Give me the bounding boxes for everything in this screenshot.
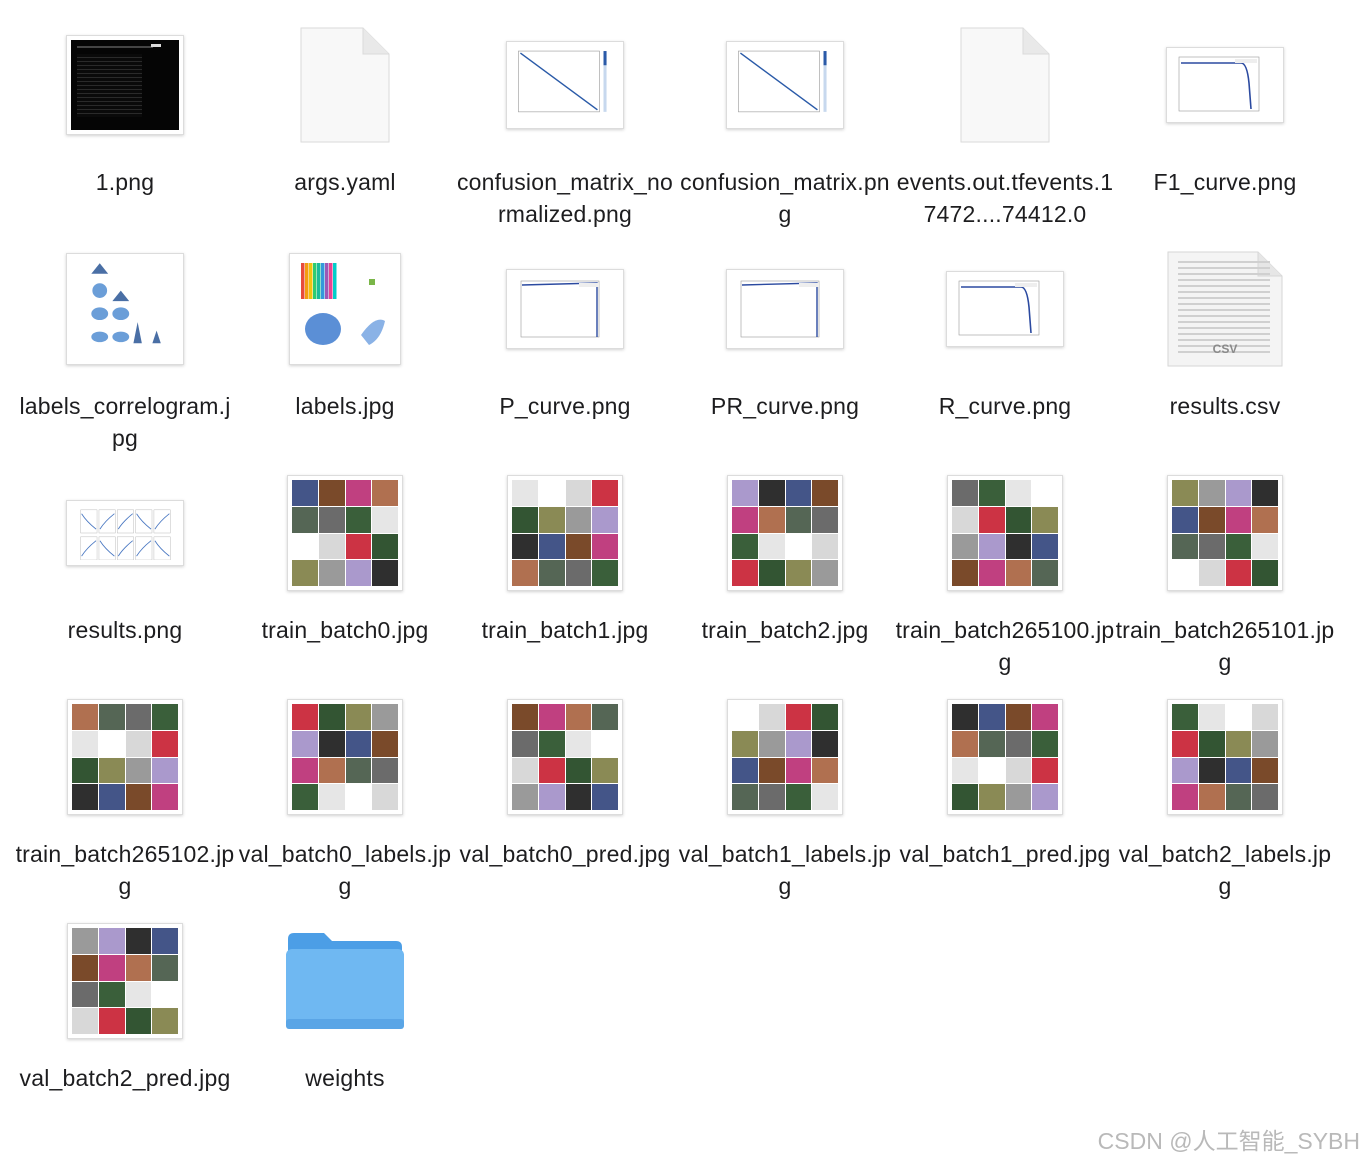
file-item-confusion-matrix-normalized[interactable]: confusion_matrix_normalized.png (455, 20, 675, 244)
thumbnail-image[interactable] (500, 692, 630, 822)
file-name-label[interactable]: F1_curve.png (1115, 166, 1335, 198)
file-name-label[interactable]: R_curve.png (895, 390, 1115, 422)
thumbnail-image[interactable] (280, 692, 410, 822)
file-name-label[interactable]: results.csv (1115, 390, 1335, 422)
thumbnail-image[interactable] (720, 692, 850, 822)
file-name-label[interactable]: 1.png (15, 166, 235, 198)
file-item-train-batch2[interactable]: train_batch2.jpg (675, 468, 895, 692)
file-item-train-batch265102[interactable]: train_batch265102.jpg (15, 692, 235, 916)
file-name-label[interactable]: confusion_matrix_normalized.png (455, 166, 675, 230)
file-name-label[interactable]: train_batch265101.jpg (1115, 614, 1335, 678)
file-name-label[interactable]: train_batch265102.jpg (15, 838, 235, 902)
thumbnail-image[interactable] (940, 468, 1070, 598)
file-item-r-curve[interactable]: R_curve.png (895, 244, 1115, 468)
file-item-labels[interactable]: labels.jpg (235, 244, 455, 468)
thumbnail-image[interactable] (280, 244, 410, 374)
file-name-label[interactable]: labels_correlogram.jpg (15, 390, 235, 454)
file-item-train-batch265100[interactable]: train_batch265100.jpg (895, 468, 1115, 692)
file-name-label[interactable]: weights (235, 1062, 455, 1094)
thumbnail-image[interactable] (940, 692, 1070, 822)
file-item-1[interactable]: 1.png (15, 20, 235, 244)
file-name-label[interactable]: events.out.tfevents.17472....74412.0 (895, 166, 1115, 230)
thumbnail-image[interactable] (500, 244, 630, 374)
thumbnail-image[interactable] (60, 20, 190, 150)
file-item-pr-curve[interactable]: PR_curve.png (675, 244, 895, 468)
thumbnail-image[interactable] (1160, 468, 1290, 598)
csv-badge: CSV (1212, 342, 1238, 356)
file-item-args[interactable]: args.yaml (235, 20, 455, 244)
file-name-label[interactable]: args.yaml (235, 166, 455, 198)
file-item-p-curve[interactable]: P_curve.png (455, 244, 675, 468)
thumbnail-image[interactable] (720, 468, 850, 598)
file-item-val-batch2-pred[interactable]: val_batch2_pred.jpg (15, 916, 235, 1140)
file-name-label[interactable]: val_batch2_labels.jpg (1115, 838, 1335, 902)
file-name-label[interactable]: labels.jpg (235, 390, 455, 422)
document-icon[interactable]: CSV (1160, 244, 1290, 374)
document-icon[interactable] (940, 20, 1070, 150)
thumbnail-image[interactable] (60, 468, 190, 598)
file-item-val-batch2-labels[interactable]: val_batch2_labels.jpg (1115, 692, 1335, 916)
file-item-val-batch0-labels[interactable]: val_batch0_labels.jpg (235, 692, 455, 916)
file-name-label[interactable]: PR_curve.png (675, 390, 895, 422)
file-item-labels-correlogram[interactable]: labels_correlogram.jpg (15, 244, 235, 468)
file-item-confusion-matrix[interactable]: confusion_matrix.png (675, 20, 895, 244)
thumbnail-image[interactable] (720, 244, 850, 374)
thumbnail-image[interactable] (1160, 20, 1290, 150)
thumbnail-image[interactable] (500, 20, 630, 150)
file-name-label[interactable]: train_batch2.jpg (675, 614, 895, 646)
thumbnail-image[interactable] (280, 468, 410, 598)
file-item-val-batch1-pred[interactable]: val_batch1_pred.jpg (895, 692, 1115, 916)
file-name-label[interactable]: val_batch0_pred.jpg (455, 838, 675, 870)
thumbnail-image[interactable] (720, 20, 850, 150)
file-item-events-out-tfevents-17472-74412[interactable]: events.out.tfevents.17472....74412.0 (895, 20, 1115, 244)
thumbnail-image[interactable] (60, 692, 190, 822)
document-icon[interactable] (280, 20, 410, 150)
file-name-label[interactable]: train_batch0.jpg (235, 614, 455, 646)
file-item-val-batch0-pred[interactable]: val_batch0_pred.jpg (455, 692, 675, 916)
file-item-train-batch0[interactable]: train_batch0.jpg (235, 468, 455, 692)
file-name-label[interactable]: val_batch1_pred.jpg (895, 838, 1115, 870)
file-name-label[interactable]: train_batch265100.jpg (895, 614, 1115, 678)
folder-icon[interactable] (280, 916, 410, 1046)
thumbnail-image[interactable] (60, 916, 190, 1046)
thumbnail-image[interactable] (1160, 692, 1290, 822)
thumbnail-image[interactable] (60, 244, 190, 374)
file-name-label[interactable]: val_batch1_labels.jpg (675, 838, 895, 902)
file-item-weights[interactable]: weights (235, 916, 455, 1140)
file-name-label[interactable]: results.png (15, 614, 235, 646)
file-name-label[interactable]: confusion_matrix.png (675, 166, 895, 230)
file-item-val-batch1-labels[interactable]: val_batch1_labels.jpg (675, 692, 895, 916)
file-item-results[interactable]: results.png (15, 468, 235, 692)
file-item-results[interactable]: CSV results.csv (1115, 244, 1335, 468)
thumbnail-image[interactable] (940, 244, 1070, 374)
file-name-label[interactable]: train_batch1.jpg (455, 614, 675, 646)
file-name-label[interactable]: P_curve.png (455, 390, 675, 422)
watermark: CSDN @人工智能_SYBH (1097, 1128, 1360, 1154)
file-name-label[interactable]: val_batch0_labels.jpg (235, 838, 455, 902)
file-item-f1-curve[interactable]: F1_curve.png (1115, 20, 1335, 244)
file-item-train-batch265101[interactable]: train_batch265101.jpg (1115, 468, 1335, 692)
thumbnail-image[interactable] (500, 468, 630, 598)
file-name-label[interactable]: val_batch2_pred.jpg (15, 1062, 235, 1094)
file-item-train-batch1[interactable]: train_batch1.jpg (455, 468, 675, 692)
